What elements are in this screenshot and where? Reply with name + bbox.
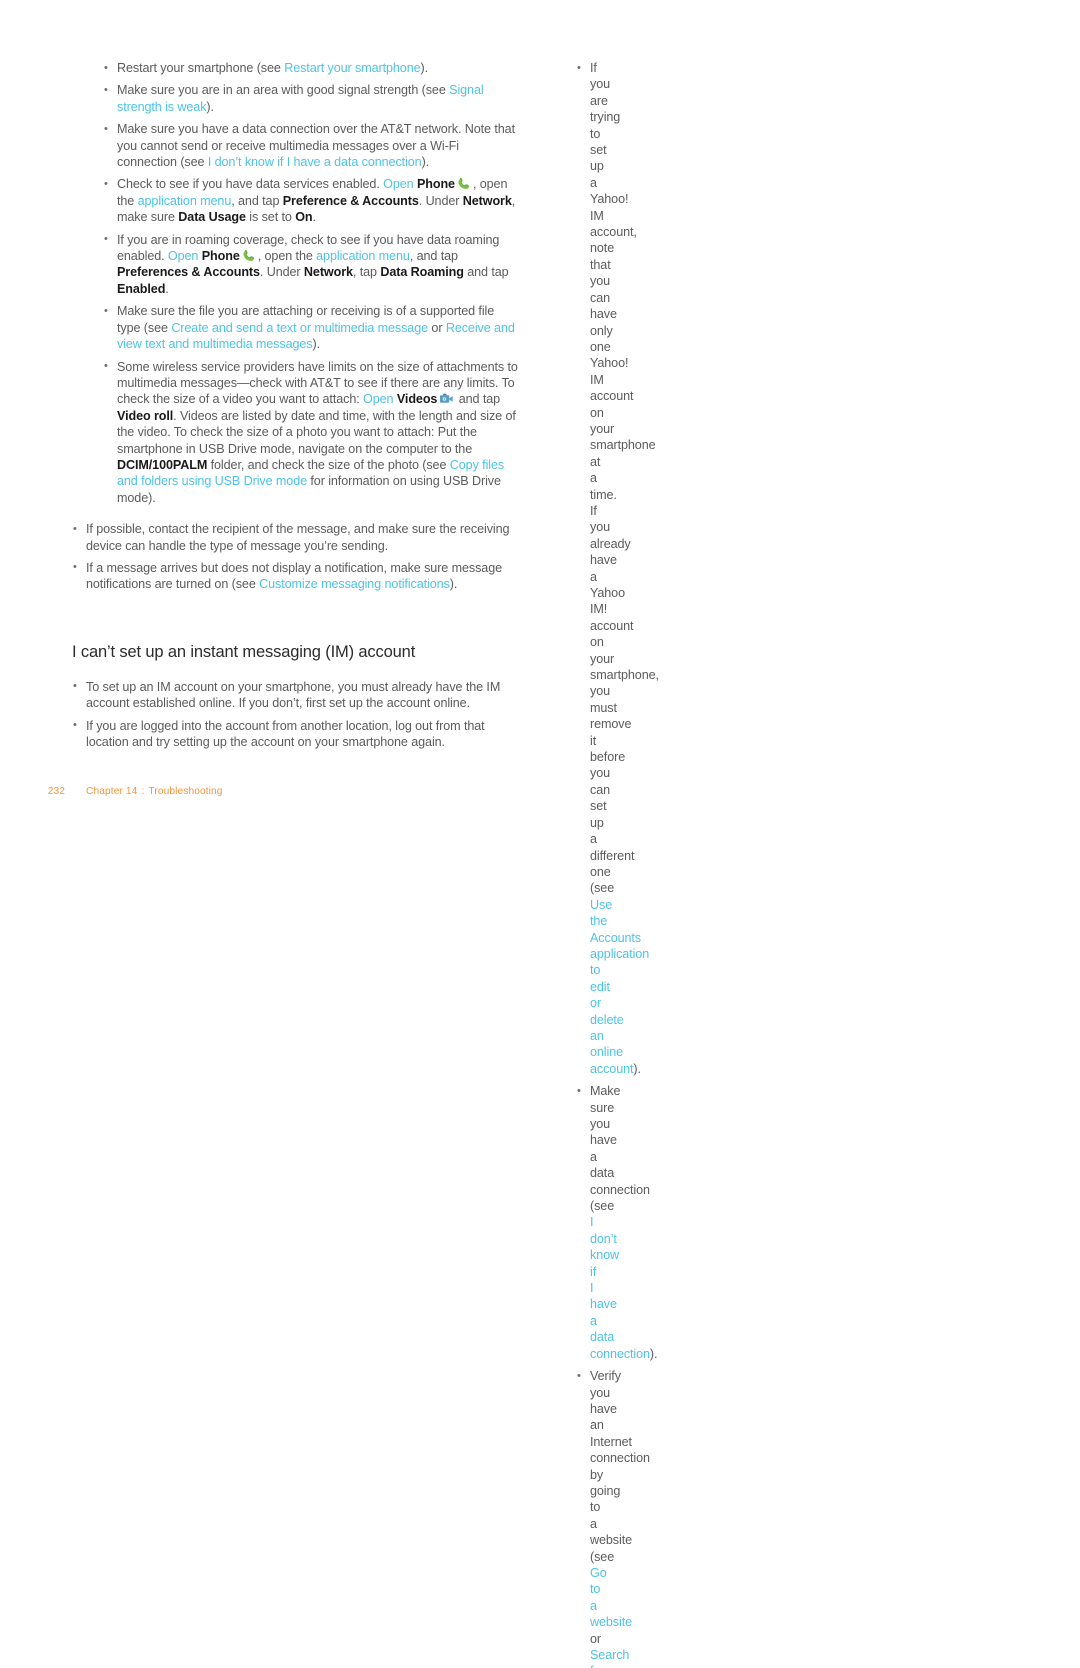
menu-label: Network <box>303 265 353 280</box>
list-item: Make sure you are in an area with good s… <box>103 82 518 115</box>
list-item: Make sure the file you are attaching or … <box>103 303 518 352</box>
list-item: Some wireless service providers have lim… <box>103 358 518 507</box>
manual-page: Restart your smartphone (see Restart you… <box>0 0 1080 1668</box>
app-name: Videos <box>396 392 438 407</box>
cross-reference-link[interactable]: I don’t know if I have a data connection <box>590 1215 650 1360</box>
text: , open the <box>257 249 317 264</box>
page-footer: 232 Chapter 14: Troubleshooting <box>36 775 223 808</box>
list-item: Verify you have an Internet connection b… <box>576 1368 650 1668</box>
footer-section-title: Troubleshooting <box>148 786 223 797</box>
text: . Under <box>259 265 304 280</box>
text: If you are trying to set up a Yahoo! IM … <box>590 61 659 896</box>
menu-label: On <box>295 210 313 225</box>
text: , tap <box>352 265 381 280</box>
cross-reference-link[interactable]: Create and send a text or multimedia mes… <box>171 321 428 335</box>
two-column-layout: Restart your smartphone (see Restart you… <box>0 0 1080 1668</box>
phone-icon <box>457 177 472 191</box>
video-icon <box>439 392 454 406</box>
menu-label: Data Roaming <box>380 265 464 280</box>
app-name: Phone <box>416 177 455 192</box>
text: ). <box>421 155 430 170</box>
footer-separator: : <box>141 786 145 797</box>
list-item: If possible, contact the recipient of th… <box>72 521 518 554</box>
folder-path: DCIM/100PALM <box>117 457 208 472</box>
menu-label: Video roll <box>117 408 174 423</box>
text: and tap <box>455 392 501 407</box>
text: is set to <box>245 210 296 225</box>
open-link[interactable]: Open <box>168 249 199 263</box>
list-item: Make sure you have a data connection ove… <box>103 121 518 170</box>
text: Make sure you have a data connection (se… <box>590 1084 650 1214</box>
text: and tap <box>463 265 509 280</box>
menu-label: Network <box>462 193 512 208</box>
menu-label: Enabled <box>117 281 166 296</box>
page-number: 232 <box>47 786 66 797</box>
list-item: Check to see if you have data services e… <box>103 176 518 225</box>
menu-label: Data Usage <box>178 210 246 225</box>
list-item: To set up an IM account on your smartpho… <box>72 678 518 712</box>
text: Verify you have an Internet connection b… <box>590 1369 650 1564</box>
menu-label: Preferences & Accounts <box>117 265 260 280</box>
phone-icon <box>242 249 257 263</box>
cross-reference-link[interactable]: I don’t know if I have a data connection <box>208 155 422 169</box>
text: Check to see if you have data services e… <box>117 177 384 192</box>
cross-reference-link[interactable]: Search for a website <box>590 1648 632 1668</box>
text: , and tap <box>231 193 283 208</box>
cross-reference-link[interactable]: Restart your smartphone <box>284 61 420 75</box>
text: ). <box>649 1346 658 1361</box>
left-nested-list: Restart your smartphone (see Restart you… <box>72 59 518 507</box>
text: or <box>428 320 446 335</box>
cross-reference-link[interactable]: Customize messaging notifications <box>259 577 450 591</box>
open-link[interactable]: Open <box>383 177 414 191</box>
application-menu-link[interactable]: application menu <box>138 194 232 208</box>
text: ). <box>206 99 214 114</box>
text: folder, and check the size of the photo … <box>207 457 450 472</box>
application-menu-link[interactable]: application menu <box>316 249 410 263</box>
text: or <box>590 1631 601 1646</box>
text: ). <box>633 1061 641 1076</box>
menu-label: Preference & Accounts <box>282 193 419 208</box>
text: ). <box>449 577 458 592</box>
list-item: Make sure you have a data connection (se… <box>576 1083 658 1362</box>
text: If possible, contact the recipient of th… <box>86 522 510 553</box>
app-name: Phone <box>201 249 240 264</box>
list-item: If you are in roaming coverage, check to… <box>103 231 518 298</box>
text: ). <box>420 61 429 75</box>
text: To set up an IM account on your smartpho… <box>86 679 501 711</box>
cross-reference-link[interactable]: Use the Accounts application to edit or … <box>590 898 649 1076</box>
text: ). <box>312 337 321 352</box>
cross-reference-link[interactable]: Go to a website <box>590 1566 632 1629</box>
list-item: If a message arrives but does not displa… <box>72 559 518 593</box>
open-link[interactable]: Open <box>363 392 394 406</box>
text: . Videos are listed by date and time, wi… <box>117 408 516 456</box>
text: . Under <box>418 193 463 208</box>
text: , and tap <box>409 249 458 264</box>
text: . <box>165 281 169 296</box>
list-item: If you are trying to set up a Yahoo! IM … <box>576 59 659 1077</box>
text: If you are logged into the account from … <box>86 718 485 749</box>
chapter-label: Chapter 14 <box>86 786 138 797</box>
list-item: Restart your smartphone (see Restart you… <box>103 59 518 76</box>
text: . <box>312 210 317 225</box>
text: Make sure you are in an area with good s… <box>117 83 450 98</box>
text: Restart your smartphone (see <box>117 61 285 75</box>
list-item: If you are logged into the account from … <box>72 717 518 751</box>
